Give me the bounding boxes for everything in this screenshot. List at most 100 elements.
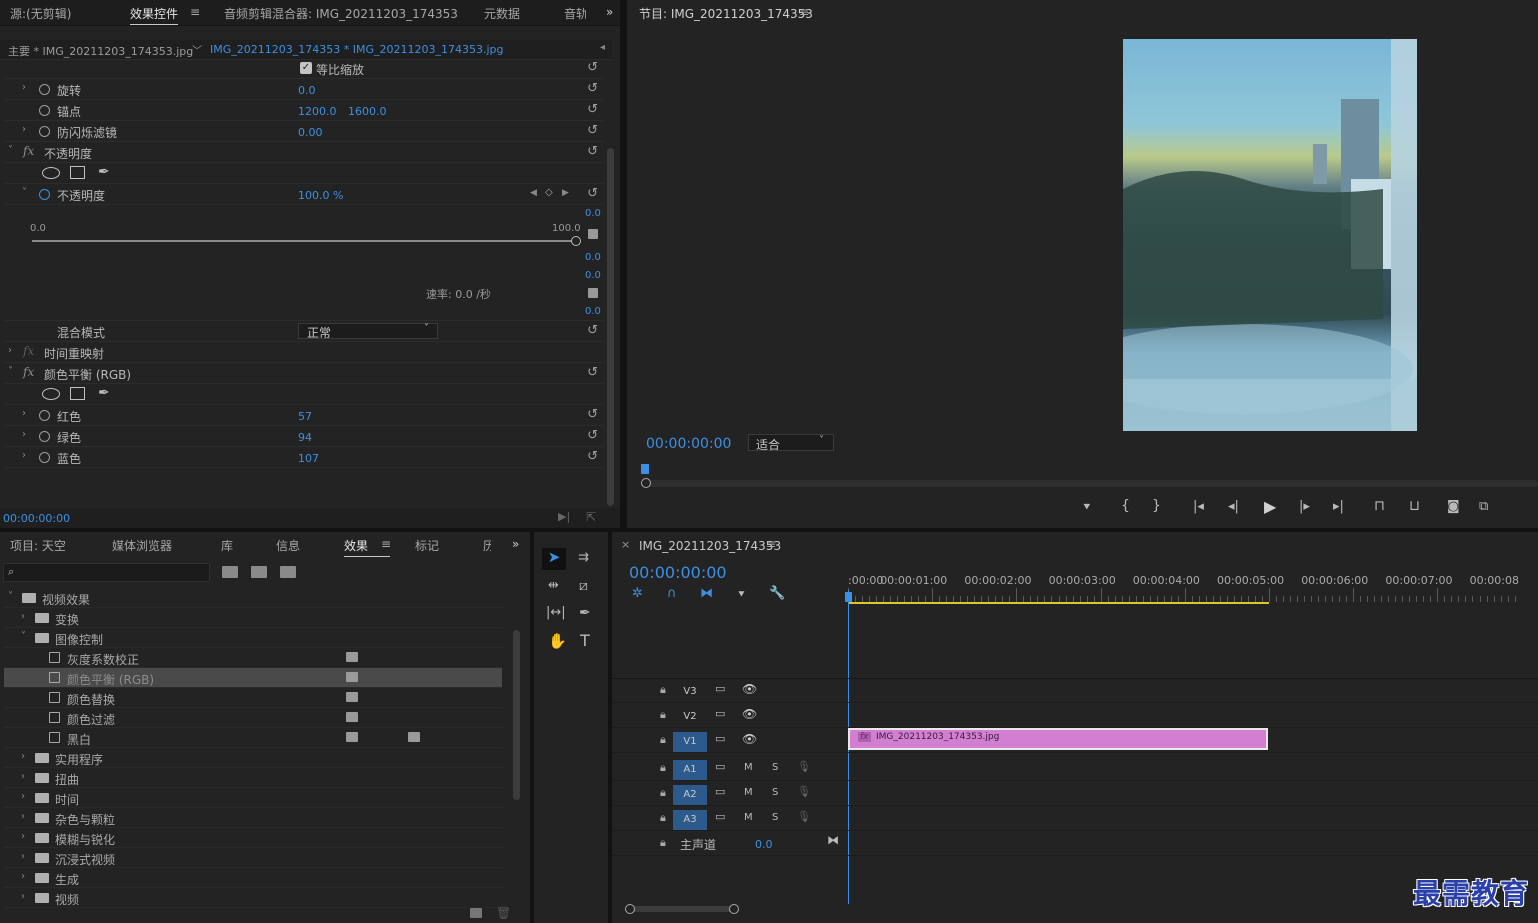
solo-button[interactable]: S (772, 812, 778, 823)
sequence-title[interactable]: IMG_20211203_174353 (639, 539, 781, 553)
eye-icon[interactable]: 👁︎ (742, 682, 757, 696)
track-label[interactable]: V1 (673, 732, 707, 752)
prev-keyframe-icon[interactable]: ◀ (530, 188, 537, 198)
next-keyframe-icon[interactable]: ▶ (562, 188, 569, 198)
chevron-down-icon[interactable]: ﹀ (192, 42, 202, 57)
track-label[interactable]: V2 (673, 707, 707, 727)
sync-lock-icon[interactable]: ▭ (715, 785, 725, 798)
expand-icon[interactable]: › (21, 771, 25, 782)
expand-icon[interactable]: › (22, 82, 26, 93)
opacity-slider-handle[interactable] (571, 236, 581, 246)
nest-icon[interactable]: ✲ (632, 586, 643, 601)
tree-effect-item[interactable]: 灰度系数校正 (4, 648, 502, 668)
selection-tool-icon[interactable]: ➤ (542, 548, 566, 570)
pen-tool-icon[interactable]: ✒ (579, 605, 591, 621)
expand-icon[interactable]: › (8, 345, 12, 356)
opacity-slider-track[interactable] (32, 240, 574, 242)
lock-icon[interactable]: 🔒︎ (660, 733, 666, 747)
green-value[interactable]: 94 (298, 431, 312, 444)
tree-folder-item[interactable]: ˅ 视频效果 (4, 588, 502, 608)
fx-icon[interactable]: fx (23, 344, 34, 358)
expand-icon[interactable]: › (21, 831, 25, 842)
track-label[interactable]: A3 (673, 810, 707, 830)
lift-icon[interactable]: ⊓ (1374, 498, 1385, 514)
slip-tool-icon[interactable]: |↔| (546, 605, 566, 620)
stopwatch-icon[interactable] (39, 410, 50, 421)
collapse-icon[interactable]: ˅ (22, 187, 27, 198)
add-marker-icon[interactable]: ⯆ (737, 588, 746, 602)
stopwatch-icon[interactable] (39, 431, 50, 442)
tree-effect-item[interactable]: 颜色替换 (4, 688, 502, 708)
stopwatch-icon[interactable] (39, 126, 50, 137)
expand-icon[interactable]: › (21, 611, 25, 622)
tree-folder-item[interactable]: ˅ 图像控制 (4, 628, 502, 648)
menu-icon[interactable]: ≡ (381, 537, 391, 551)
microphone-icon[interactable]: 🎙︎ (797, 785, 811, 798)
graph-stepper-icon[interactable] (588, 229, 598, 239)
tab-effect-controls[interactable]: 效果控件 (130, 5, 179, 25)
tree-folder-item[interactable]: › 时间 (4, 788, 502, 808)
reset-icon[interactable]: ↺ (587, 81, 598, 96)
expand-icon[interactable]: › (21, 811, 25, 822)
lock-icon[interactable]: 🔒︎ (660, 761, 666, 775)
collapse-icon[interactable]: ˅ (8, 145, 13, 156)
go-to-out-icon[interactable]: ▸| (1333, 499, 1344, 514)
tree-folder-item[interactable]: › 生成 (4, 868, 502, 888)
lock-icon[interactable]: 🔒︎ (660, 811, 666, 825)
expand-icon[interactable]: › (21, 891, 25, 902)
tree-folder-item[interactable]: › 模糊与锐化 (4, 828, 502, 848)
pen-mask-icon[interactable]: ✒ (98, 385, 110, 401)
menu-icon[interactable]: ≡ (766, 537, 776, 551)
stopwatch-icon[interactable] (39, 189, 50, 200)
fx-icon[interactable]: fx (23, 144, 34, 158)
expand-icon[interactable]: › (21, 791, 25, 802)
eye-icon[interactable]: 👁︎ (742, 707, 757, 721)
track-label[interactable]: A1 (673, 760, 707, 780)
flicker-value[interactable]: 0.00 (298, 126, 323, 139)
32bit-effects-icon[interactable] (251, 566, 267, 578)
timeline-timecode[interactable]: 00:00:00:00 (629, 563, 727, 582)
timeline-clip[interactable]: fx IMG_20211203_174353.jpg (848, 728, 1268, 750)
uniform-scale-checkbox[interactable]: ✓ (300, 62, 312, 74)
reset-icon[interactable]: ↺ (587, 123, 598, 138)
opacity-value[interactable]: 100.0 % (298, 189, 343, 202)
linked-selection-icon[interactable]: ⧓ (700, 586, 713, 601)
expand-icon[interactable]: › (22, 429, 26, 440)
expand-icon[interactable]: › (21, 871, 25, 882)
track-select-tool-icon[interactable]: ⇉ (578, 550, 589, 565)
tree-folder-item[interactable]: › 实用程序 (4, 748, 502, 768)
lock-icon[interactable]: 🔒︎ (660, 836, 666, 850)
collapse-icon[interactable]: ˅ (8, 366, 13, 377)
reset-icon[interactable]: ↺ (587, 144, 598, 159)
compare-view-icon[interactable]: ⧉ (1479, 499, 1488, 514)
expand-icon[interactable]: › (22, 450, 26, 461)
rotation-value[interactable]: 0.0 (298, 84, 316, 97)
scroll-handle-left[interactable] (625, 904, 635, 914)
type-tool-icon[interactable]: T (580, 631, 590, 650)
zoom-handle[interactable] (641, 478, 651, 488)
tab-libraries[interactable]: 库 (221, 537, 233, 554)
program-ruler[interactable] (641, 462, 1538, 482)
fit-select[interactable]: 适合 ˅ (748, 434, 834, 452)
reset-icon[interactable]: ↺ (587, 428, 598, 443)
mark-out-icon[interactable]: } (1152, 498, 1161, 514)
yuv-effects-icon[interactable] (280, 566, 296, 578)
tree-effect-item[interactable]: 黑白 (4, 728, 502, 748)
anchor-x-value[interactable]: 1200.0 (298, 105, 337, 118)
reset-icon[interactable]: ↺ (587, 102, 598, 117)
track-label[interactable]: V3 (673, 682, 707, 702)
lock-icon[interactable]: 🔒︎ (660, 683, 666, 697)
rectangle-mask-icon[interactable] (70, 166, 85, 179)
tree-folder-item[interactable]: › 杂色与颗粒 (4, 808, 502, 828)
scroll-handle-right[interactable] (729, 904, 739, 914)
tree-folder-item[interactable]: › 变换 (4, 608, 502, 628)
wrench-icon[interactable]: 🔧 (769, 586, 785, 601)
sync-lock-icon[interactable]: ▭ (715, 682, 725, 695)
mark-in-icon[interactable]: { (1121, 498, 1130, 514)
sync-lock-icon[interactable]: ▭ (715, 707, 725, 720)
mute-button[interactable]: M (744, 787, 753, 798)
tab-metadata[interactable]: 元数据 (484, 5, 520, 22)
ellipse-mask-icon[interactable] (42, 167, 60, 179)
tree-effect-item[interactable]: 颜色过滤 (4, 708, 502, 728)
solo-button[interactable]: S (772, 762, 778, 773)
